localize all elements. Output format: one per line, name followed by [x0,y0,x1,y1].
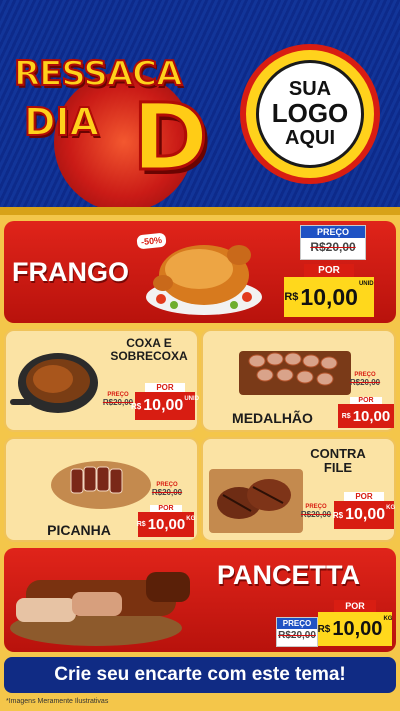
por-label: POR [145,383,185,392]
header-banner: RESSACA DIA D SUA LOGO AQUI [0,0,400,215]
preco-label: PREÇO [277,618,317,629]
old-price: R$20,00 [151,488,183,497]
old-price-box-coxa: PREÇO R$20,00 [102,392,134,420]
title-dia: DIA [23,99,100,145]
product-name-medalhao: MEDALHÃO [232,410,313,426]
por-label: POR [350,397,382,404]
chicken-leg-pan-image [10,353,98,413]
price-unit: UNID [358,281,374,287]
price-unit: KG [386,505,396,511]
price-value: 10,00 [332,617,383,640]
currency: R$ [131,401,142,411]
price-unit: UNID [184,396,199,402]
price-value: 10,00 [147,516,186,533]
campaign-title: RESSACA DIA D [13,34,234,212]
price-unit: KG [383,616,393,622]
new-price-box-medalhao: POR R$ 10,00 [338,397,394,431]
logo-text-line3: AQUI [285,126,335,149]
new-price-box-pancetta: POR R$ 10,00 KG [318,600,392,648]
price-frango: R$ 10,00 UNID [284,277,374,317]
pancetta-image [10,572,190,646]
name-line1: CONTRA [310,446,366,461]
old-price: R$20,00 [278,630,316,641]
por-label: POR [344,492,384,501]
currency: R$ [284,291,299,303]
currency: R$ [136,521,146,528]
store-logo-placeholder: SUA LOGO AQUI [240,44,380,184]
product-name-frango: FRANGO [12,257,129,287]
new-price-box-frango: POR R$ 10,00 UNID [284,264,374,322]
price-picanha: R$ 10,00 KG [136,512,196,537]
product-name-picanha: PICANHA [47,522,111,538]
price-value: 10,00 [300,283,358,310]
currency: R$ [332,510,344,520]
por-label: POR [334,600,376,612]
new-price-box-picanha: POR R$ 10,00 KG [136,505,196,540]
name-line2: SOBRECOXA [110,349,188,364]
bacon-skewers-image [239,351,351,395]
price-unit: KG [186,516,196,522]
price-contrafile: R$ 10,00 KG [332,501,396,529]
preco-label: PREÇO [301,226,365,238]
new-price-box-coxa: POR R$ 10,00 UNID [131,383,199,423]
old-price: R$20,00 [349,378,381,387]
por-label: POR [304,264,354,277]
product-name-coxa: COXA E SOBRECOXA [104,336,194,364]
new-price-box-contrafile: POR R$ 10,00 KG [332,492,396,532]
product-name-contrafile: CONTRA FILE [298,446,378,476]
disclaimer: *Imagens Meramente Ilustrativas [6,698,109,705]
contrafile-image [209,469,303,533]
price-medalhao: R$ 10,00 [338,404,394,428]
product-name-pancetta: PANCETTA [217,560,360,590]
old-price: R$20,00 [102,398,134,407]
price-coxa: R$ 10,00 UNID [131,392,199,420]
old-price-box-contrafile: PREÇO R$20,00 [300,504,332,528]
old-price: R$20,00 [310,240,356,254]
logo-text-line2: LOGO [271,98,349,129]
price-value: 10,00 [345,506,386,523]
create-flyer-cta[interactable]: Crie seu encarte com este tema! [4,657,396,693]
currency: R$ [317,623,331,635]
old-price: R$20,00 [300,510,332,519]
title-d-letter: D [130,84,209,191]
price-pancetta: R$ 10,00 KG [318,612,392,646]
old-price-box-picanha: PREÇO R$20,00 [150,482,184,504]
currency: R$ [341,412,351,420]
price-value: 10,00 [143,397,184,414]
old-price-box-pancetta: PREÇO R$20,00 [276,617,318,647]
name-line2: FILE [323,460,353,476]
price-value: 10,00 [352,407,391,425]
old-price-box-medalhao: PREÇO R$20,00 [348,372,382,394]
old-price-box-frango: PREÇO R$20,00 [300,225,366,260]
logo-inner: SUA LOGO AQUI [256,60,364,168]
logo-text-line1: SUA [288,78,332,101]
por-label: POR [150,505,182,512]
